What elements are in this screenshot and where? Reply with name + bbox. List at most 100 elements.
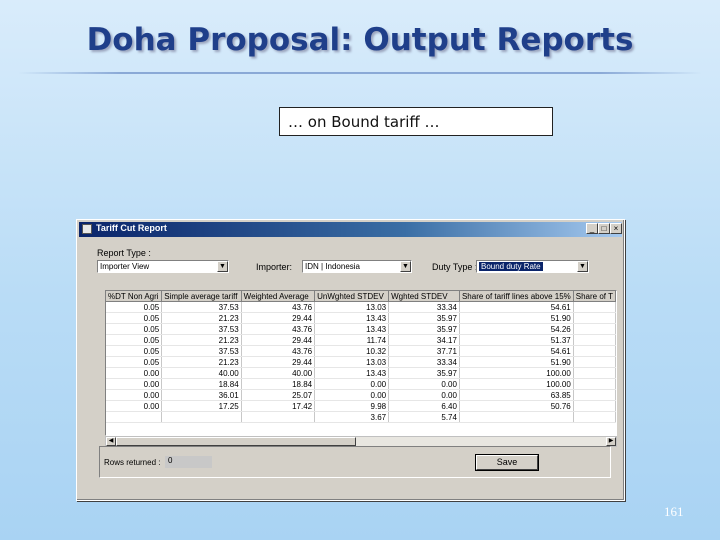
table-cell[interactable]: 37.53 [161, 323, 242, 335]
table-cell[interactable]: 0.05 [106, 356, 163, 368]
table-cell[interactable]: 43.76 [241, 345, 316, 357]
table-cell[interactable]: 17.25 [161, 400, 242, 412]
table-cell[interactable] [106, 411, 163, 423]
table-cell[interactable]: 21.23 [161, 334, 242, 346]
table-cell[interactable]: 13.43 [314, 367, 390, 379]
chevron-down-icon[interactable]: ▼ [577, 261, 588, 272]
table-cell[interactable]: 33.34 [388, 301, 460, 313]
column-header[interactable]: UnWghted STDEV [314, 291, 390, 302]
table-row[interactable]: 3.67 5.74 [106, 411, 616, 423]
table-cell[interactable]: 51.90 [459, 356, 574, 368]
table-cell[interactable] [573, 301, 616, 313]
column-header[interactable]: Wghted STDEV [388, 291, 460, 302]
table-row[interactable]: 0.00 36.01 25.07 0.00 0.00 63.85 [106, 389, 616, 401]
table-cell[interactable] [241, 411, 316, 423]
column-header[interactable]: Share of T [573, 291, 616, 302]
table-cell[interactable]: 100.00 [459, 367, 574, 379]
table-cell[interactable]: 9.98 [314, 400, 390, 412]
table-cell[interactable]: 0.00 [106, 400, 163, 412]
table-cell[interactable]: 18.84 [241, 378, 316, 390]
table-cell[interactable] [573, 389, 616, 401]
table-cell[interactable]: 0.05 [106, 301, 163, 313]
table-row[interactable]: 0.05 37.53 43.76 13.03 33.34 54.61 [106, 301, 616, 313]
table-cell[interactable]: 13.43 [314, 312, 390, 324]
table-row[interactable]: 0.05 37.53 43.76 10.32 37.71 54.61 [106, 345, 616, 357]
maximize-button[interactable]: □ [598, 223, 610, 234]
table-cell[interactable]: 29.44 [241, 334, 316, 346]
table-row[interactable]: 0.05 21.23 29.44 13.43 35.97 51.90 [106, 312, 616, 324]
table-cell[interactable]: 40.00 [161, 367, 242, 379]
table-cell[interactable] [573, 323, 616, 335]
column-header[interactable]: %DT Non Agri [106, 291, 163, 302]
table-cell[interactable]: 13.03 [314, 356, 390, 368]
table-cell[interactable]: 6.40 [388, 400, 460, 412]
table-cell[interactable]: 54.61 [459, 301, 574, 313]
table-cell[interactable]: 36.01 [161, 389, 242, 401]
column-header[interactable]: Weighted Average [241, 291, 316, 302]
table-cell[interactable]: 5.74 [388, 411, 460, 423]
table-cell[interactable] [573, 345, 616, 357]
table-cell[interactable]: 0.00 [314, 378, 390, 390]
table-cell[interactable]: 29.44 [241, 312, 316, 324]
close-button[interactable]: × [610, 223, 622, 234]
table-cell[interactable]: 25.07 [241, 389, 316, 401]
table-cell[interactable]: 13.03 [314, 301, 390, 313]
table-cell[interactable] [573, 400, 616, 412]
table-cell[interactable]: 37.53 [161, 345, 242, 357]
table-cell[interactable]: 0.00 [388, 378, 460, 390]
table-cell[interactable]: 34.17 [388, 334, 460, 346]
chevron-down-icon[interactable]: ▼ [217, 261, 228, 272]
table-cell[interactable]: 35.97 [388, 323, 460, 335]
table-row[interactable]: 0.05 21.23 29.44 13.03 33.34 51.90 [106, 356, 616, 368]
scroll-left-icon[interactable]: ◀ [106, 437, 116, 446]
table-cell[interactable]: 29.44 [241, 356, 316, 368]
table-cell[interactable]: 50.76 [459, 400, 574, 412]
table-cell[interactable]: 33.34 [388, 356, 460, 368]
table-cell[interactable] [573, 411, 616, 423]
table-cell[interactable]: 35.97 [388, 312, 460, 324]
table-cell[interactable]: 37.53 [161, 301, 242, 313]
table-cell[interactable]: 100.00 [459, 378, 574, 390]
table-row[interactable]: 0.00 17.25 17.42 9.98 6.40 50.76 [106, 400, 616, 412]
table-cell[interactable] [573, 367, 616, 379]
table-cell[interactable]: 21.23 [161, 356, 242, 368]
table-cell[interactable]: 0.05 [106, 345, 163, 357]
table-cell[interactable] [573, 378, 616, 390]
table-row[interactable]: 0.00 18.84 18.84 0.00 0.00 100.00 [106, 378, 616, 390]
table-cell[interactable]: 54.61 [459, 345, 574, 357]
window-titlebar[interactable]: Tariff Cut Report _ □ × [79, 222, 622, 237]
table-cell[interactable] [161, 411, 242, 423]
minimize-button[interactable]: _ [586, 223, 598, 234]
column-header[interactable]: Share of tariff lines above 15% [459, 291, 574, 302]
table-cell[interactable] [573, 356, 616, 368]
table-cell[interactable]: 18.84 [161, 378, 242, 390]
report-grid[interactable]: %DT Non Agri Simple average tariff Weigh… [105, 290, 617, 436]
table-cell[interactable]: 40.00 [241, 367, 316, 379]
table-cell[interactable]: 0.05 [106, 323, 163, 335]
table-cell[interactable]: 51.90 [459, 312, 574, 324]
table-cell[interactable]: 43.76 [241, 301, 316, 313]
table-cell[interactable]: 17.42 [241, 400, 316, 412]
duty-type-select[interactable]: Bound duty Rate ▼ [476, 260, 589, 273]
table-cell[interactable]: 0.00 [314, 389, 390, 401]
report-type-select[interactable]: Importer View ▼ [97, 260, 229, 273]
table-cell[interactable]: 0.05 [106, 334, 163, 346]
table-cell[interactable]: 63.85 [459, 389, 574, 401]
save-button[interactable]: Save [475, 454, 539, 471]
table-cell[interactable]: 43.76 [241, 323, 316, 335]
table-cell[interactable]: 10.32 [314, 345, 390, 357]
table-row[interactable]: 0.00 40.00 40.00 13.43 35.97 100.00 [106, 367, 616, 379]
table-cell[interactable]: 35.97 [388, 367, 460, 379]
importer-select[interactable]: IDN | Indonesia ▼ [302, 260, 412, 273]
table-cell[interactable]: 54.26 [459, 323, 574, 335]
table-cell[interactable]: 0.05 [106, 312, 163, 324]
table-cell[interactable]: 11.74 [314, 334, 390, 346]
table-cell[interactable]: 37.71 [388, 345, 460, 357]
table-cell[interactable] [573, 334, 616, 346]
table-cell[interactable]: 0.00 [106, 378, 163, 390]
scrollbar-thumb[interactable] [116, 437, 356, 446]
table-row[interactable]: 0.05 37.53 43.76 13.43 35.97 54.26 [106, 323, 616, 335]
table-cell[interactable]: 51.37 [459, 334, 574, 346]
table-cell[interactable]: 21.23 [161, 312, 242, 324]
table-cell[interactable] [459, 411, 574, 423]
